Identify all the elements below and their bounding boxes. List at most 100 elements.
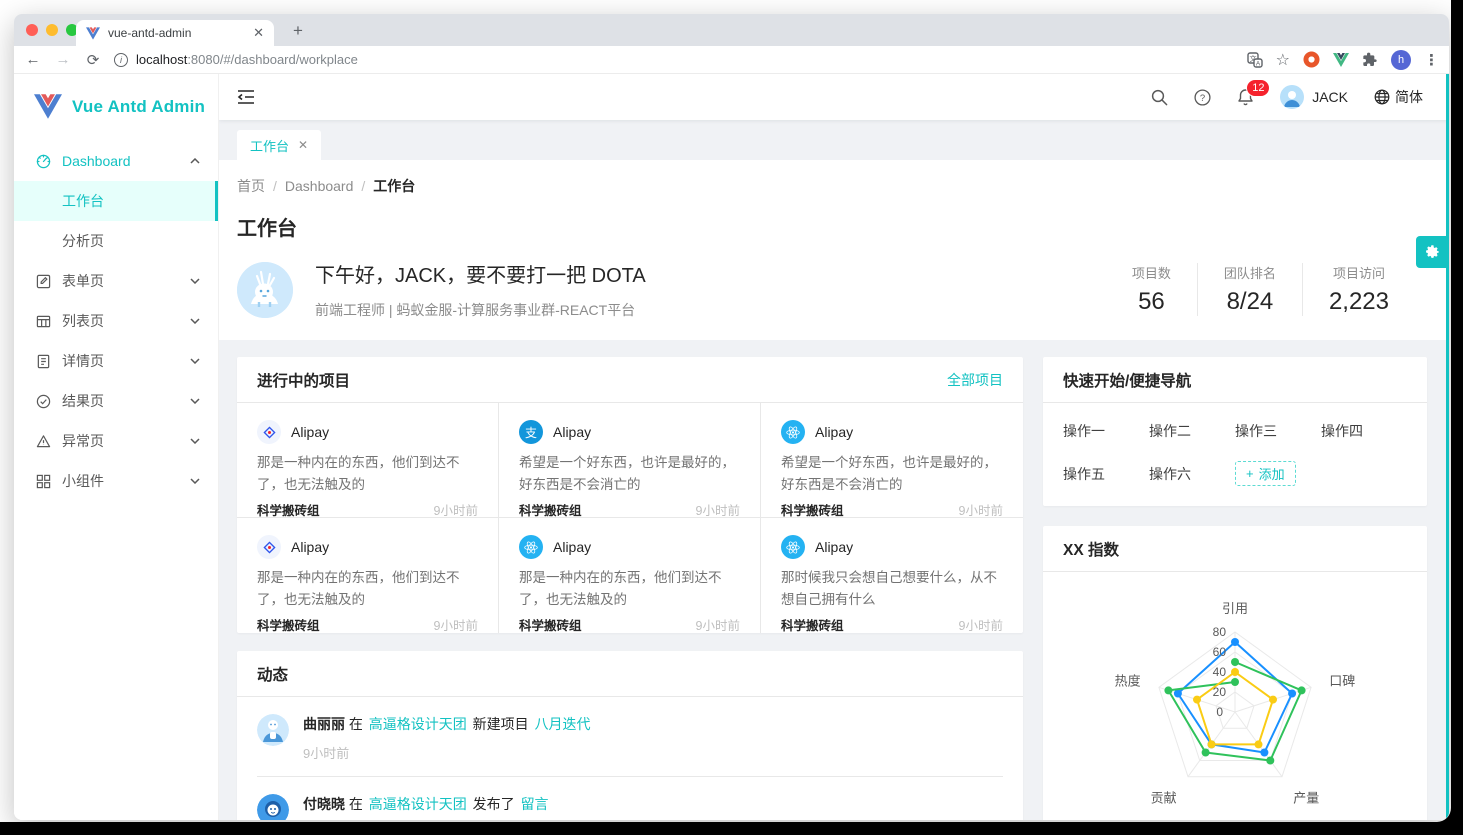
translate-icon[interactable]: 文A [1247,52,1263,68]
breadcrumb: 首页 / Dashboard / 工作台 [237,176,1425,196]
user-menu[interactable]: JACK [1280,85,1348,109]
projects-card: 进行中的项目 全部项目 Alipay 那是一种内在的东西，他们 [237,357,1023,633]
chrome-profile-avatar[interactable]: h [1391,50,1411,70]
app-title: Vue Antd Admin [72,97,205,117]
activity-avatar [257,794,289,820]
settings-gear-button[interactable] [1416,236,1447,268]
svg-text:?: ? [1200,93,1205,104]
quick-nav-link[interactable]: 操作五 [1063,464,1149,484]
site-info-icon[interactable]: i [114,53,128,67]
project-name[interactable]: Alipay [553,424,591,440]
project-description: 那是一种内在的东西，他们到达不了，也无法触及的 [519,567,740,611]
sidebar-item-result[interactable]: 结果页 [14,381,218,421]
vue-devtools-icon[interactable] [1333,53,1349,67]
project-group[interactable]: 科学搬砖组 [257,615,320,634]
tab-label: 工作台 [250,136,289,155]
project-card[interactable]: 支 Alipay 希望是一个好东西，也许是最好的，好东西是不会消亡的 科学搬砖组… [499,403,761,518]
sidebar-item-form[interactable]: 表单页 [14,261,218,301]
language-switcher[interactable]: 简体 [1374,87,1423,107]
project-card[interactable]: Alipay 那是一种内在的东西，他们到达不了，也无法触及的 科学搬砖组 9小时… [237,518,499,633]
traffic-lights [26,24,78,36]
sidebar-item-list[interactable]: 列表页 [14,301,218,341]
reload-icon[interactable]: ⟳ [84,51,102,69]
url-bar[interactable]: i localhost:8080/#/dashboard/workplace [114,52,1235,67]
new-tab-button[interactable]: + [286,21,310,41]
minimize-window-button[interactable] [46,24,58,36]
url-host: localhost [136,52,187,67]
sidebar-collapse-icon[interactable] [237,89,255,105]
project-card[interactable]: Alipay 那时候我只会想自己想要什么，从不想自己拥有什么 科学搬砖组 9小时… [761,518,1023,633]
sidebar-item-dashboard[interactable]: Dashboard [14,141,218,181]
forward-icon[interactable]: → [54,51,72,68]
sidebar-item-analysis[interactable]: 分析页 [14,221,218,261]
quick-nav-link[interactable]: 操作四 [1321,421,1407,441]
extensions-puzzle-icon[interactable] [1362,52,1378,68]
chrome-menu-icon[interactable]: ⋮ [1424,51,1439,69]
project-name[interactable]: Alipay [815,539,853,555]
sidebar-item-detail[interactable]: 详情页 [14,341,218,381]
projects-card-header: 进行中的项目 全部项目 [237,357,1023,403]
breadcrumb-home[interactable]: 首页 [237,176,265,196]
project-name[interactable]: Alipay [815,424,853,440]
projects-grid: Alipay 那是一种内在的东西，他们到达不了，也无法触及的 科学搬砖组 9小时… [237,403,1023,633]
quick-nav-link[interactable]: 操作三 [1235,421,1321,441]
project-group[interactable]: 科学搬砖组 [781,615,844,634]
search-icon[interactable] [1151,89,1168,106]
stat-rank: 团队排名 8/24 [1197,263,1302,316]
close-tab-icon[interactable]: ✕ [298,138,308,152]
quick-nav-link[interactable]: 操作一 [1063,421,1149,441]
svg-text:口碑: 口碑 [1329,673,1355,688]
app-logo[interactable]: Vue Antd Admin [14,74,218,141]
sidebar-item-exception[interactable]: 异常页 [14,421,218,461]
project-name[interactable]: Alipay [553,539,591,555]
add-button[interactable]: + 添加 [1235,461,1296,486]
svg-text:0: 0 [1216,705,1223,719]
svg-text:产量: 产量 [1293,790,1319,805]
project-updated-time: 9小时前 [434,500,478,519]
tab-close-icon[interactable]: ✕ [253,25,264,41]
tab-workplace[interactable]: 工作台 ✕ [237,130,321,160]
content: 进行中的项目 全部项目 Alipay 那是一种内在的东西，他们 [219,340,1449,820]
activity-list: 曲丽丽 在 高逼格设计天团 新建项目 八月迭代 9小时前 [237,697,1023,820]
activity-target-link[interactable]: 八月迭代 [535,716,591,732]
activity-user[interactable]: 付晓晓 [303,796,345,812]
notification-bell-icon[interactable]: 12 [1237,88,1254,106]
activity-word: 在 [349,796,363,812]
activity-group-link[interactable]: 高逼格设计天团 [369,716,467,732]
sidebar-item-workplace[interactable]: 工作台 [14,181,218,221]
project-name[interactable]: Alipay [291,539,329,555]
svg-text:贡献: 贡献 [1151,790,1177,805]
radar-chart: 020406080引用口碑产量贡献热度 abc [1043,572,1427,820]
tab-title: vue-antd-admin [108,26,245,40]
project-updated-time: 9小时前 [696,615,740,634]
project-card[interactable]: Alipay 希望是一个好东西，也许是最好的，好东西是不会消亡的 科学搬砖组 9… [761,403,1023,518]
project-group[interactable]: 科学搬砖组 [519,500,582,519]
help-icon[interactable]: ? [1194,89,1211,106]
project-name[interactable]: Alipay [291,424,329,440]
project-group[interactable]: 科学搬砖组 [519,615,582,634]
browser-tab[interactable]: vue-antd-admin ✕ [76,20,274,46]
svg-text:60: 60 [1213,645,1227,659]
extension-orange-icon[interactable] [1303,51,1320,68]
theme-edge-bar [1446,74,1449,820]
bookmark-star-icon[interactable]: ☆ [1276,50,1290,70]
all-projects-link[interactable]: 全部项目 [947,370,1003,390]
app-root: Vue Antd Admin Dashboard 工作台 分析页 [14,74,1449,820]
project-group[interactable]: 科学搬砖组 [257,500,320,519]
activity-target-link[interactable]: 留言 [521,796,549,812]
activity-group-link[interactable]: 高逼格设计天团 [369,796,467,812]
back-icon[interactable]: ← [24,51,42,68]
quick-nav-link[interactable]: 操作二 [1149,421,1235,441]
project-card[interactable]: Alipay 那是一种内在的东西，他们到达不了，也无法触及的 科学搬砖组 9小时… [499,518,761,633]
project-card[interactable]: Alipay 那是一种内在的东西，他们到达不了，也无法触及的 科学搬砖组 9小时… [237,403,499,518]
quick-nav-link[interactable]: 操作六 [1149,464,1235,484]
close-window-button[interactable] [26,24,38,36]
project-description: 那时候我只会想自己想要什么，从不想自己拥有什么 [781,567,1003,611]
activity-word: 在 [349,716,363,732]
breadcrumb-dashboard[interactable]: Dashboard [285,178,354,194]
activity-user[interactable]: 曲丽丽 [303,716,345,732]
project-group[interactable]: 科学搬砖组 [781,500,844,519]
chevron-down-icon [190,358,200,364]
sidebar-item-widgets[interactable]: 小组件 [14,461,218,501]
appstore-icon [36,474,51,489]
